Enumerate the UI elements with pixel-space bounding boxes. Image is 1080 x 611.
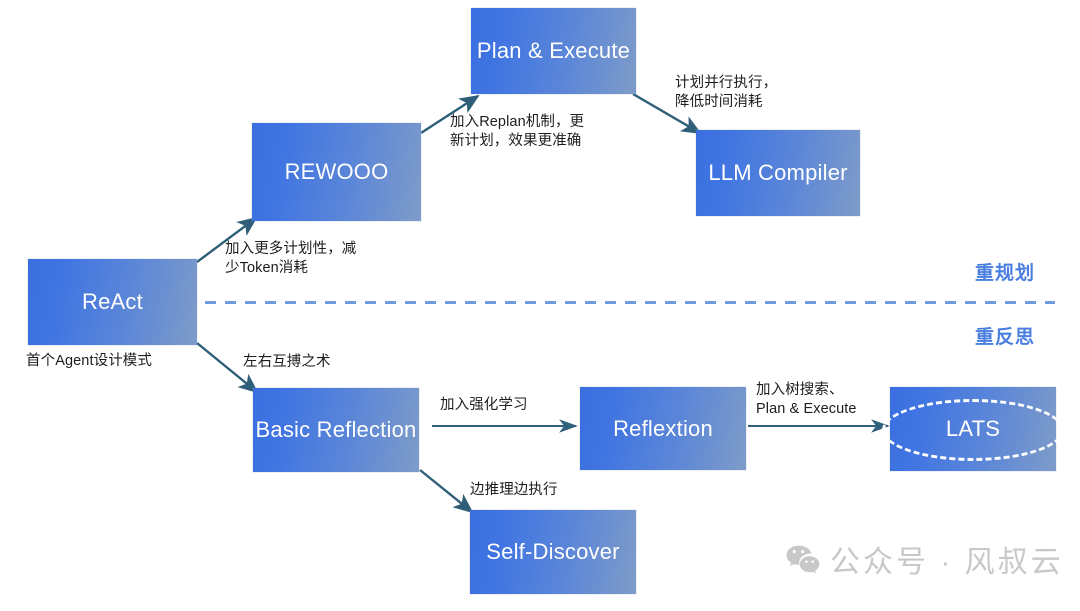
node-plan-execute-label: Plan & Execute <box>476 38 631 63</box>
arrow-basic-reflection-to-self-discover <box>419 469 474 514</box>
edge-label-basic-to-self-discover: 边推理边执行 <box>470 482 558 498</box>
node-llm-compiler[interactable]: LLM Compiler <box>696 130 860 216</box>
watermark: 公众号 · 风叔云 <box>786 537 1064 581</box>
watermark-text: 公众号 · 风叔云 <box>830 546 1064 579</box>
node-basic-reflection-label: Basic Reflection <box>255 417 417 442</box>
edge-label-rewooo-to-plan-execute: 加入Replan机制，更 新计划，效果更准确 <box>450 114 585 150</box>
node-llm-compiler-label: LLM Compiler <box>708 160 848 185</box>
node-rewooo-label: REWOOO <box>284 159 389 184</box>
node-self-discover-label: Self-Discover <box>486 539 620 564</box>
node-lats-label: LATS <box>945 416 1001 441</box>
node-react[interactable]: ReAct <box>28 259 197 345</box>
node-self-discover[interactable]: Self-Discover <box>470 510 636 594</box>
edge-label-react-to-rewooo: 加入更多计划性，减 少Token消耗 <box>225 241 357 277</box>
node-rewooo[interactable]: REWOOO <box>252 123 421 221</box>
edge-label-react-to-basic-reflection: 左右互搏之术 <box>243 354 331 370</box>
edge-label-react-caption: 首个Agent设计模式 <box>26 353 152 369</box>
node-reflextion[interactable]: Reflextion <box>580 387 746 470</box>
side-label-replanning: 重规划 <box>975 263 1036 284</box>
node-plan-execute[interactable]: Plan & Execute <box>471 8 636 94</box>
wechat-icon <box>786 545 820 573</box>
side-label-reflection: 重反思 <box>975 327 1036 348</box>
node-react-label: ReAct <box>82 289 143 314</box>
edge-label-basic-to-reflextion: 加入强化学习 <box>440 397 528 413</box>
node-reflextion-label: Reflextion <box>613 415 713 441</box>
diagram-canvas: ReAct REWOOO Plan & Execute LLM Compiler… <box>0 0 1080 611</box>
edge-label-plan-execute-to-llm-compiler: 计划并行执行， 降低时间消耗 <box>675 75 778 111</box>
node-basic-reflection[interactable]: Basic Reflection <box>253 388 419 472</box>
